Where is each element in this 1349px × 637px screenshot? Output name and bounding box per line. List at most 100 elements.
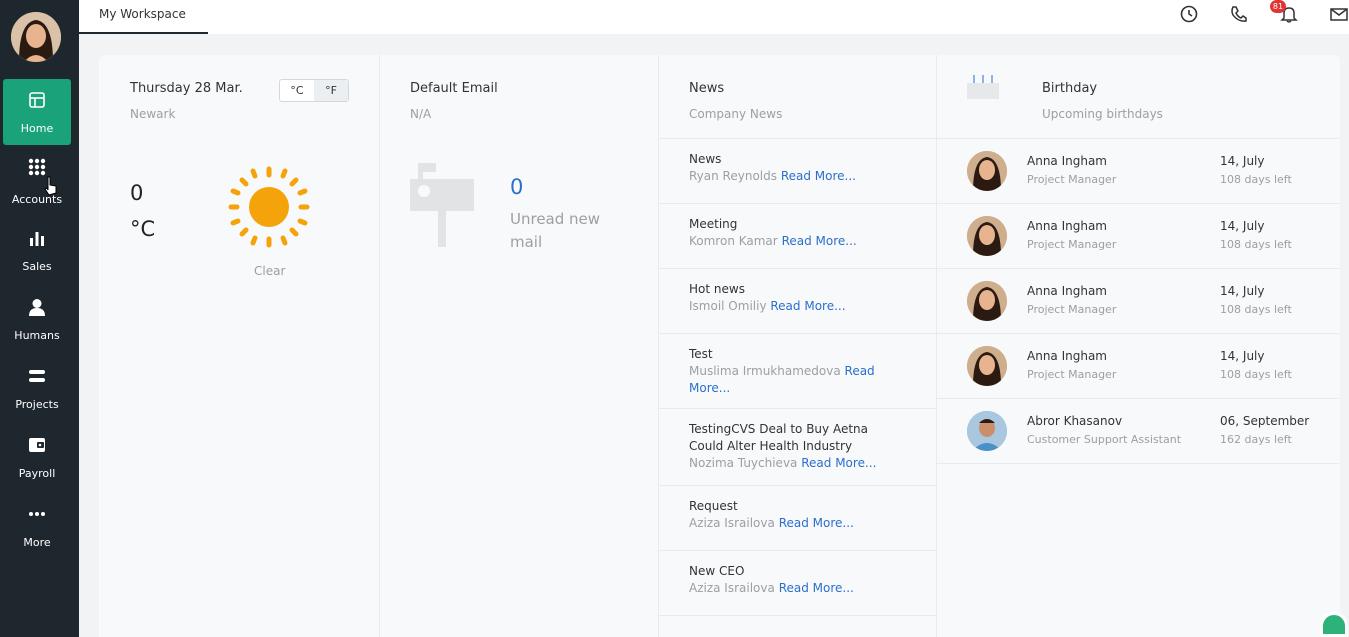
news-item-title: Request <box>689 499 738 513</box>
user-avatar[interactable] <box>11 12 61 62</box>
temperature-unit: °C <box>130 217 156 241</box>
chat-widget-button[interactable] <box>1320 612 1348 637</box>
sidebar-item-label: Accounts <box>11 193 63 206</box>
news-item-title: Test <box>689 347 713 361</box>
news-item-title: Hot news <box>689 282 745 296</box>
person-role: Project Manager <box>1027 173 1117 186</box>
top-bar: My Workspace <box>79 0 1349 34</box>
news-item-author: Nozima Tuychieva <box>689 456 798 470</box>
unread-label: Unread new mail <box>510 210 601 251</box>
home-icon <box>29 92 45 108</box>
read-more-link[interactable]: Read More... <box>779 581 854 595</box>
news-item-author: Komron Kamar <box>689 234 778 248</box>
news-item-author: Ismoil Omiliy <box>689 299 767 313</box>
celsius-button[interactable]: °C <box>280 80 314 101</box>
news-item-title: News <box>689 152 722 166</box>
birthday-date: 14, July <box>1220 284 1265 298</box>
birthday-date: 14, July <box>1220 154 1265 168</box>
read-more-link[interactable]: Read More... <box>782 234 857 248</box>
sidebar-item-label: Humans <box>14 329 60 342</box>
sidebar-item-label: Projects <box>15 398 59 411</box>
sidebar-item-home[interactable]: Home <box>3 79 71 145</box>
temperature-unit-toggle: °C °F <box>279 79 349 102</box>
sidebar-item-label: Sales <box>22 260 52 273</box>
stack-icon <box>29 370 45 382</box>
birthday-row: Anna Ingham Project Manager 14, July 108… <box>937 269 1339 334</box>
news-item-title: TestingCVS Deal to Buy Aetna Could Alter… <box>689 422 868 453</box>
wallet-icon <box>29 438 45 452</box>
avatar <box>967 346 1007 386</box>
person-name: Anna Ingham <box>1027 154 1107 168</box>
clock-icon[interactable] <box>1179 4 1199 24</box>
hand-cursor-icon <box>44 176 57 196</box>
sidebar-item-humans[interactable]: Humans <box>3 286 71 352</box>
news-item-author: Ryan Reynolds <box>689 169 777 183</box>
sidebar-item-more[interactable]: More <box>3 493 71 559</box>
email-address: N/A <box>410 107 432 121</box>
news-item: New CEO Aziza Israilova Read More... <box>659 551 937 616</box>
birthday-row: Anna Ingham Project Manager 14, July 108… <box>937 204 1339 269</box>
mail-icon[interactable] <box>1329 4 1349 24</box>
weather-date: Thursday 28 Mar. <box>130 81 243 96</box>
news-item-author: Aziza Israilova <box>689 516 775 530</box>
sidebar-item-label: More <box>23 536 51 549</box>
news-title: News <box>689 81 725 96</box>
news-item: Test Muslima Irmukhamedova Read More... <box>659 334 937 409</box>
avatar <box>967 216 1007 256</box>
temperature-value: 0 <box>130 181 144 205</box>
birthday-title: Birthday <box>1042 81 1098 96</box>
weather-condition: Clear <box>254 264 286 278</box>
weather-widget: Thursday 28 Mar. °C °F Newark 0 °C Clear <box>99 55 380 637</box>
news-item: Hot news Ismoil Omiliy Read More... <box>659 269 937 334</box>
fahrenheit-button[interactable]: °F <box>314 80 348 101</box>
birthday-subtitle: Upcoming birthdays <box>1042 107 1163 121</box>
sidebar-item-accounts[interactable]: Accounts <box>3 148 71 214</box>
avatar <box>967 151 1007 191</box>
tab-my-workspace[interactable]: My Workspace <box>79 0 208 34</box>
news-item: Request Aziza Israilova Read More... <box>659 486 937 551</box>
news-item: Meeting Komron Kamar Read More... <box>659 204 937 269</box>
sidebar-item-payroll[interactable]: Payroll <box>3 424 71 490</box>
notification-badge: 81 <box>1270 0 1286 13</box>
birthday-cake-icon <box>967 75 999 99</box>
birthday-row: Anna Ingham Project Manager 14, July 108… <box>937 139 1339 204</box>
read-more-link[interactable]: Read More... <box>801 456 876 470</box>
news-widget: News Company News News Ryan Reynolds Rea… <box>659 55 937 637</box>
avatar <box>967 281 1007 321</box>
news-item-title: New CEO <box>689 564 745 578</box>
read-more-link[interactable]: Read More... <box>781 169 856 183</box>
news-item: TestingCVS Deal to Buy Aetna Could Alter… <box>659 409 937 486</box>
sidebar-item-label: Payroll <box>18 467 56 480</box>
person-name: Anna Ingham <box>1027 219 1107 233</box>
days-left: 162 days left <box>1220 433 1292 446</box>
grid-icon <box>28 158 46 176</box>
news-item: News Ryan Reynolds Read More... <box>659 139 937 204</box>
days-left: 108 days left <box>1220 238 1292 251</box>
birthday-date: 14, July <box>1220 349 1265 363</box>
news-item-author: Muslima Irmukhamedova <box>689 364 841 378</box>
read-more-link[interactable]: Read More... <box>770 299 845 313</box>
birthday-date: 14, July <box>1220 219 1265 233</box>
bar-chart-icon <box>30 232 44 246</box>
sidebar-item-label: Home <box>20 122 54 135</box>
sidebar-item-projects[interactable]: Projects <box>3 355 71 421</box>
news-item-title: Meeting <box>689 217 738 231</box>
birthday-row: Abror Khasanov Customer Support Assistan… <box>937 399 1339 464</box>
person-role: Project Manager <box>1027 303 1117 316</box>
sidebar: Home Accounts Sales Humans Projects Payr… <box>0 0 79 637</box>
read-more-link[interactable]: Read More... <box>779 516 854 530</box>
person-role: Project Manager <box>1027 368 1117 381</box>
unread-count[interactable]: 0 <box>510 175 523 199</box>
person-icon <box>29 299 45 316</box>
news-subtitle: Company News <box>689 107 783 121</box>
weather-city: Newark <box>130 107 176 121</box>
more-dots-icon <box>29 512 45 516</box>
sun-icon <box>228 166 310 248</box>
sidebar-item-sales[interactable]: Sales <box>3 217 71 283</box>
email-title: Default Email <box>410 81 498 96</box>
birthday-widget: Birthday Upcoming birthdays Anna Ingham … <box>937 55 1340 637</box>
person-name: Anna Ingham <box>1027 284 1107 298</box>
email-widget: Default Email N/A 0 Unread new mail <box>380 55 659 637</box>
mailbox-icon <box>410 163 474 247</box>
phone-icon[interactable] <box>1229 4 1249 24</box>
